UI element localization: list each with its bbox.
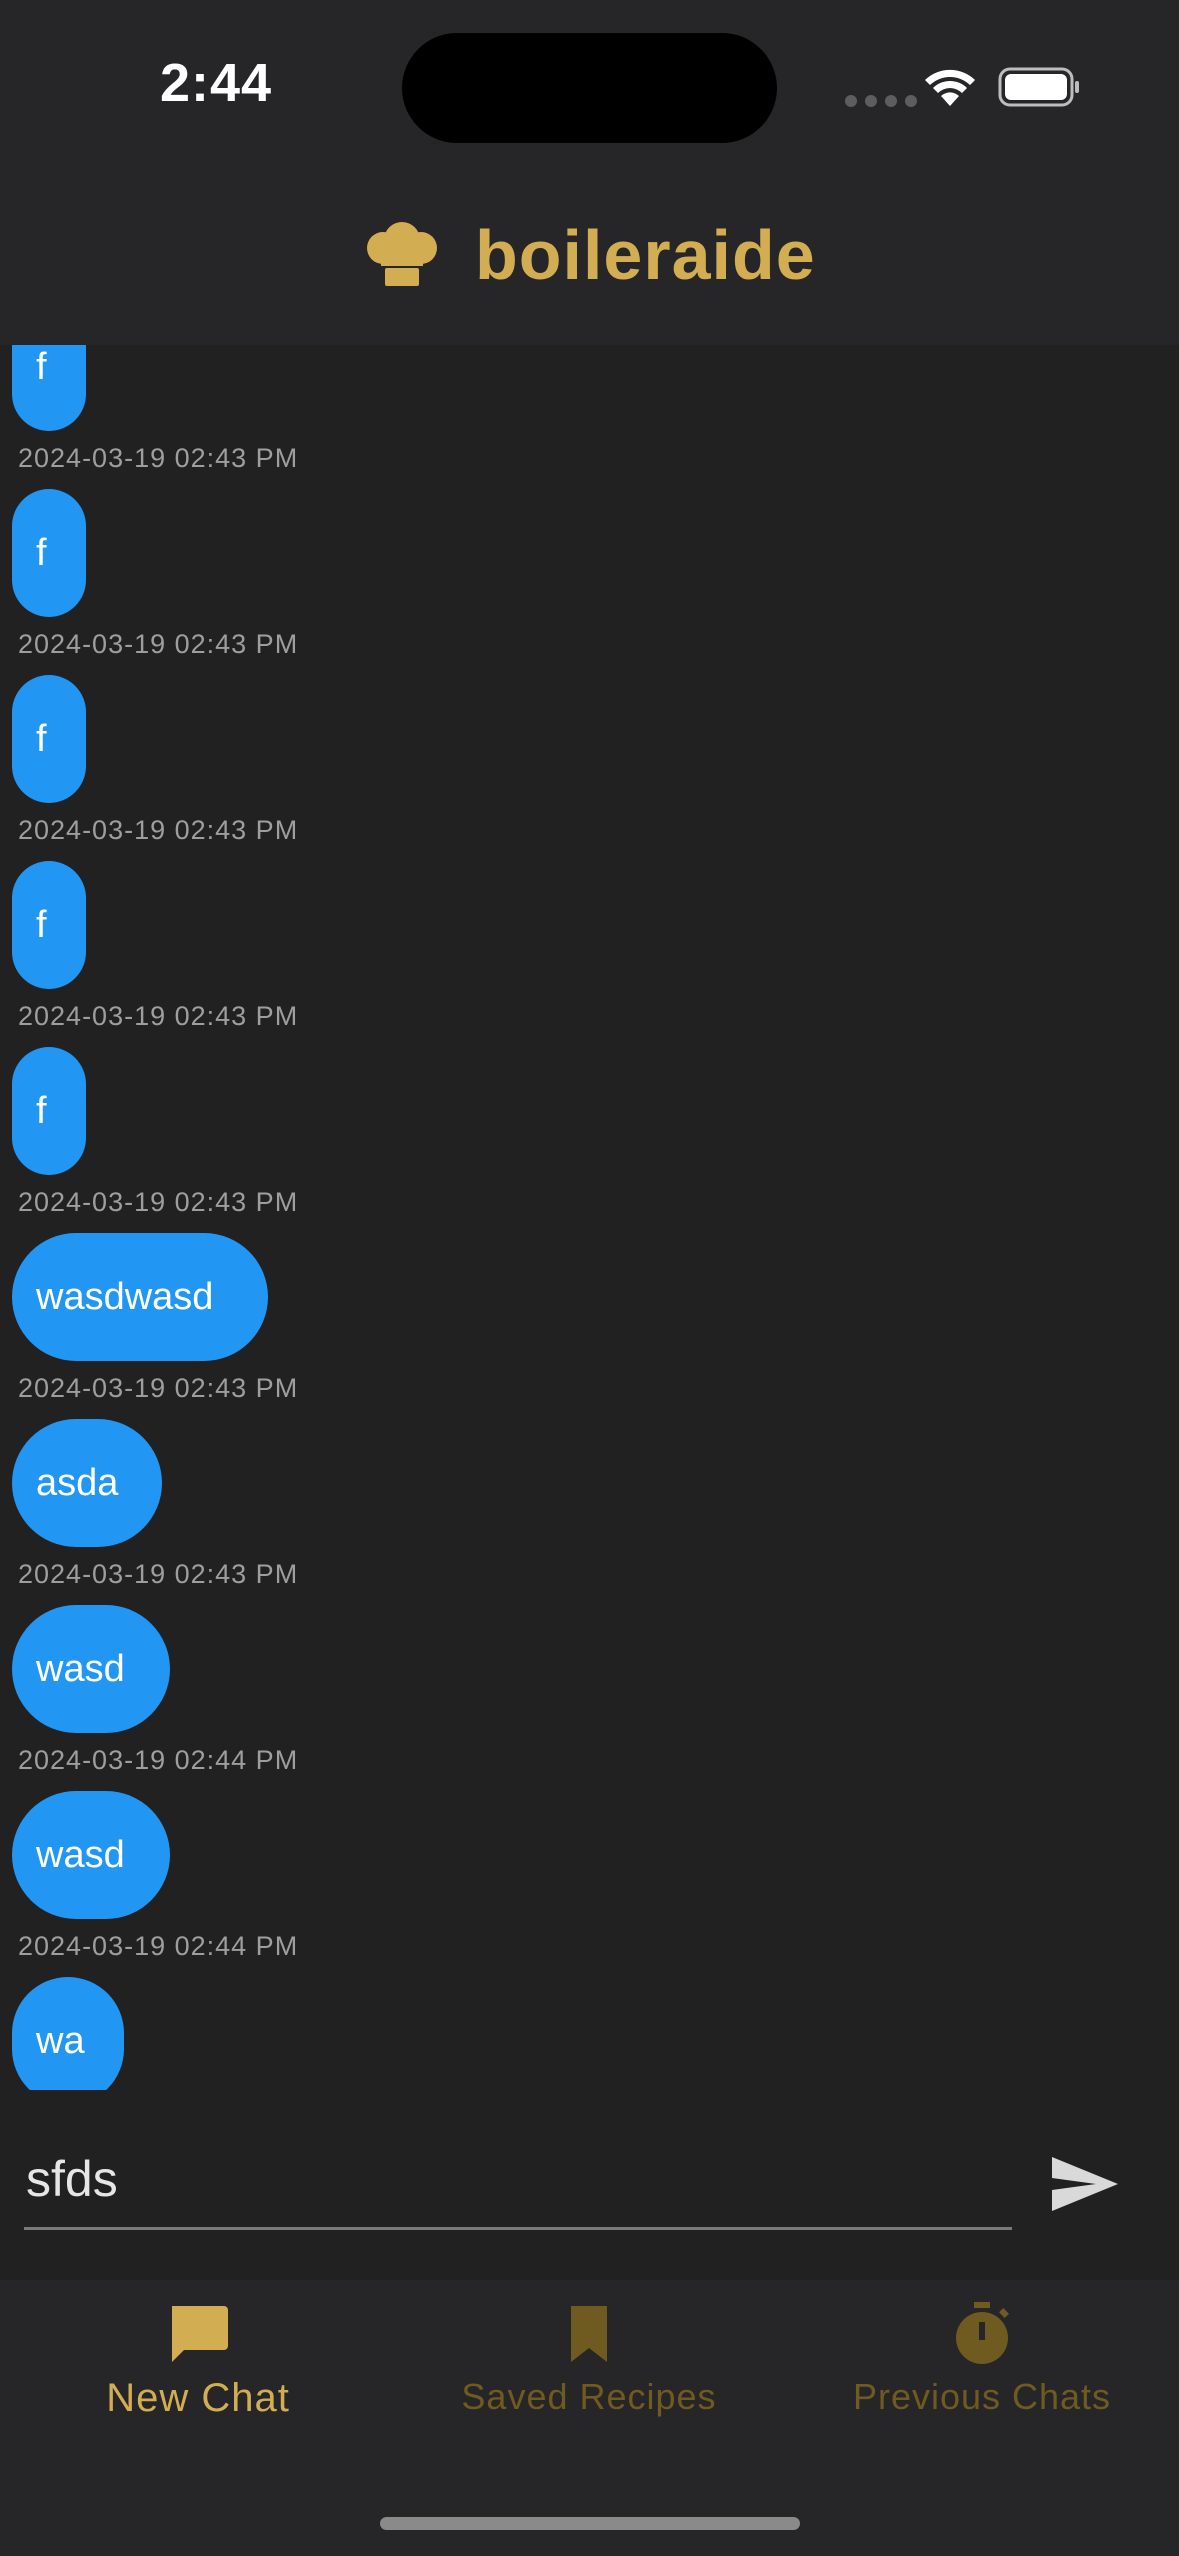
message-timestamp: 2024-03-19 02:44 PM [18,1745,299,1775]
message-bubble: asda [12,1419,162,1547]
brand: boileraide [365,215,816,295]
nav-item-saved-recipes[interactable]: Saved Recipes [429,2302,749,2452]
message-timestamp: 2024-03-19 02:43 PM [18,1001,299,1031]
nav-label: Previous Chats [852,2376,1112,2417]
message-bubble: wasd [12,1605,170,1733]
message-timestamp: 2024-03-19 02:44 PM [18,1931,299,1961]
bottom-navigation: New Chat Saved Recipes Previous Chats [0,2280,1179,2556]
message-timestamp: 2024-03-19 02:43 PM [18,629,299,659]
message-bubble: f [12,489,86,617]
message-bubble: f [12,675,86,803]
message-timestamp: 2024-03-19 02:43 PM [18,815,299,845]
cellular-signal-icon [845,95,917,107]
chef-hat-icon [367,222,437,286]
send-button[interactable] [1040,2150,1130,2220]
bookmark-icon [571,2306,607,2362]
message-bubble: f [12,861,86,989]
chat-message-list[interactable]: f 2024-03-19 02:43 PM f 2024-03-19 02:43… [0,345,1179,2090]
message-bubble: wa [12,1977,124,2090]
message-composer [0,2090,1179,2280]
stopwatch-icon [956,2302,1009,2364]
message-timestamp: 2024-03-19 02:43 PM [18,443,299,473]
status-bar: 2:44 [0,0,1179,175]
message-bubble: wasdwasd [12,1233,268,1361]
app-title: boileraide [475,216,816,294]
chat-bubble-icon [172,2306,228,2362]
message-bubble: f [12,345,86,431]
message-timestamp: 2024-03-19 02:43 PM [18,1373,299,1403]
message-timestamp: 2024-03-19 02:43 PM [18,1187,299,1217]
send-icon [1052,2156,1118,2211]
nav-label: New Chat [106,2376,290,2420]
home-indicator[interactable] [380,2517,800,2530]
message-bubble: wasd [12,1791,170,1919]
nav-item-new-chat[interactable]: New Chat [38,2302,358,2452]
app-header: boileraide [0,175,1179,345]
message-bubble: f [12,1047,86,1175]
message-input[interactable] [24,2130,1012,2230]
message-timestamp: 2024-03-19 02:43 PM [18,1559,299,1589]
nav-item-previous-chats[interactable]: Previous Chats [822,2302,1142,2452]
status-time: 2:44 [160,53,273,113]
battery-icon [998,67,1079,107]
nav-label: Saved Recipes [461,2376,717,2417]
wifi-icon [925,69,975,106]
dynamic-island [402,33,777,143]
